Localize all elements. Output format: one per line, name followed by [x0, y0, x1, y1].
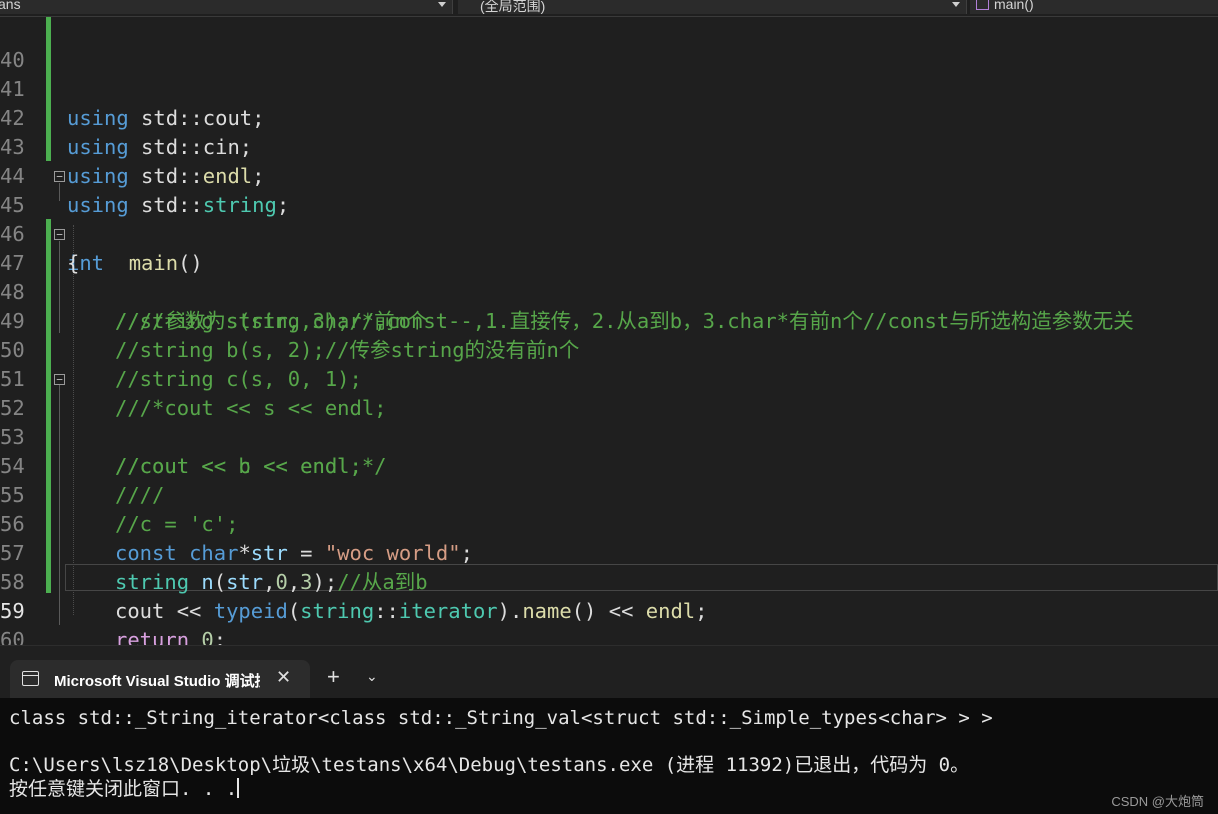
code-line: 49 //string b(s, 2);//传参string的没有前n个 — [0, 278, 1218, 362]
console-line: 按任意键关闭此窗口. . . — [9, 778, 238, 800]
new-tab-plus-icon[interactable]: + — [327, 666, 340, 688]
terminal-tab-bar: Microsoft Visual Studio 调试控制台 ✕ + ⌄ — [0, 645, 1218, 699]
code-line: 48 //string s(str, 3);//前n个 — [0, 249, 1218, 333]
code-line: 55 //c = 'c'; — [0, 452, 1218, 536]
terminal-tab[interactable]: Microsoft Visual Studio 调试控制台 ✕ — [10, 660, 310, 699]
code-line: 44 using std::string; — [0, 164, 290, 217]
code-line: 51 ///*cout << s << endl; — [0, 336, 1218, 420]
project-dropdown[interactable]: ans — [0, 0, 453, 14]
function-cube-icon — [976, 0, 989, 10]
collapse-icon[interactable]: − — [54, 171, 65, 182]
project-dropdown-label: ans — [0, 0, 21, 12]
scope-dropdown-label: (全局范围) — [480, 0, 546, 14]
code-line: 41 using std::cout; — [0, 77, 265, 130]
console-line: class std::_String_iterator<class std::_… — [9, 707, 993, 729]
code-line: 56 const char*str = "woc world"; — [0, 512, 473, 565]
scope-dropdown[interactable]: (全局范围) — [458, 0, 967, 14]
chevron-down-icon — [952, 2, 960, 7]
code-line: 59 return 0; — [0, 599, 227, 652]
code-line: 50 //string c(s, 0, 1); — [0, 307, 1218, 391]
code-line: 42 using std::cin; — [0, 106, 253, 159]
code-editor[interactable]: 40 41 using std::cout; 42 using std::cin… — [0, 17, 1218, 681]
collapse-icon[interactable]: − — [54, 229, 65, 240]
text-cursor — [237, 778, 240, 798]
console-prompt-line: 按任意键关闭此窗口. . . — [9, 777, 240, 801]
code-line: 58 cout << typeid(string::iterator).name… — [0, 570, 708, 623]
console-icon — [22, 671, 39, 686]
code-line: 46 { — [0, 222, 80, 275]
code-line: 53 //cout << c << endl;*/ — [0, 394, 1218, 478]
console-output[interactable]: class std::_String_iterator<class std::_… — [0, 698, 1218, 814]
code-line: 47 − ////参数为string,char*,const--,1.直接传，2… — [0, 220, 1218, 333]
code-line: 52 − //cout << b << endl; — [0, 365, 1218, 478]
navigation-bar: ans (全局范围) main() — [0, 0, 1218, 17]
chevron-down-icon — [438, 2, 446, 7]
collapse-icon[interactable]: − — [54, 374, 65, 385]
code-line: 45 − int main() — [0, 170, 203, 275]
code-line: 54 //// — [0, 423, 1218, 507]
chevron-down-icon[interactable]: ⌄ — [366, 668, 378, 685]
code-line: 60 } — [0, 597, 1218, 681]
code-line: 43 using std::endl; — [0, 135, 265, 188]
member-dropdown[interactable]: main() — [970, 0, 1218, 14]
code-line: 40 — [0, 17, 1218, 72]
terminal-tab-label: Microsoft Visual Studio 调试控制台 — [54, 673, 260, 690]
watermark: CSDN @大炮筒 — [1111, 794, 1204, 809]
close-icon[interactable]: ✕ — [276, 667, 291, 688]
code-line: 57 string n(str,0,3);//从a到b — [0, 541, 428, 594]
member-dropdown-label: main() — [994, 0, 1034, 12]
console-line: C:\Users\lsz18\Desktop\垃圾\testans\x64\De… — [9, 754, 970, 776]
